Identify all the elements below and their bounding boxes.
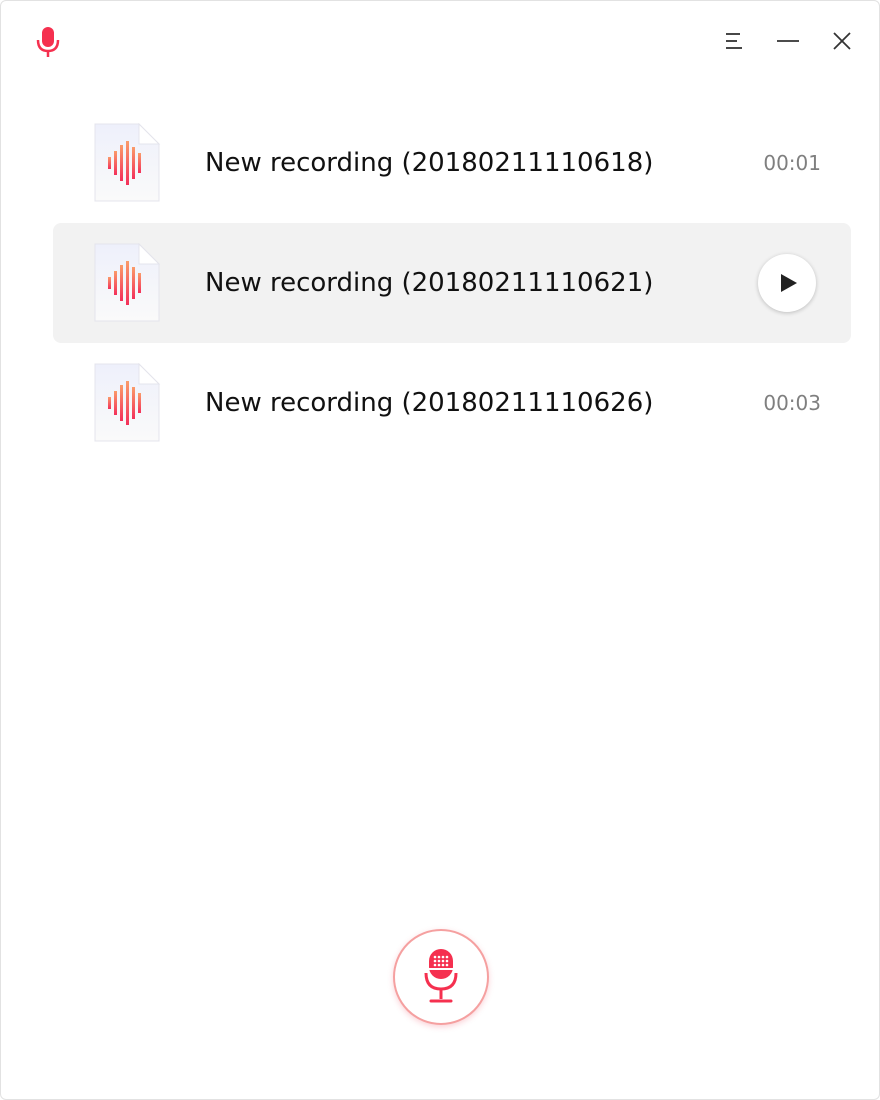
audio-file-icon	[93, 242, 161, 323]
microphone-icon	[424, 949, 458, 1003]
recordings-list: New recording (20180211110618) 00:01 New…	[53, 103, 851, 463]
minimize-button[interactable]	[768, 21, 808, 61]
play-icon	[781, 274, 797, 292]
recording-row-selected[interactable]: New recording (20180211110621)	[53, 223, 851, 343]
recording-duration: 00:03	[763, 391, 821, 415]
menu-button[interactable]	[714, 21, 754, 61]
hamburger-menu-icon	[726, 33, 742, 49]
recording-row[interactable]: New recording (20180211110618) 00:01	[53, 103, 851, 223]
audio-file-icon	[93, 362, 161, 443]
minimize-icon	[777, 40, 799, 42]
record-button[interactable]	[393, 929, 489, 1025]
app-microphone-icon	[35, 25, 61, 59]
recording-duration: 00:01	[763, 151, 821, 175]
close-button[interactable]	[822, 21, 862, 61]
app-window: New recording (20180211110618) 00:01 New…	[0, 0, 880, 1100]
recording-name: New recording (20180211110626)	[205, 388, 654, 418]
close-icon	[833, 32, 851, 50]
recording-name: New recording (20180211110621)	[205, 268, 654, 298]
recording-name: New recording (20180211110618)	[205, 148, 654, 178]
audio-file-icon	[93, 122, 161, 203]
recording-row[interactable]: New recording (20180211110626) 00:03	[53, 343, 851, 463]
play-button[interactable]	[758, 254, 816, 312]
